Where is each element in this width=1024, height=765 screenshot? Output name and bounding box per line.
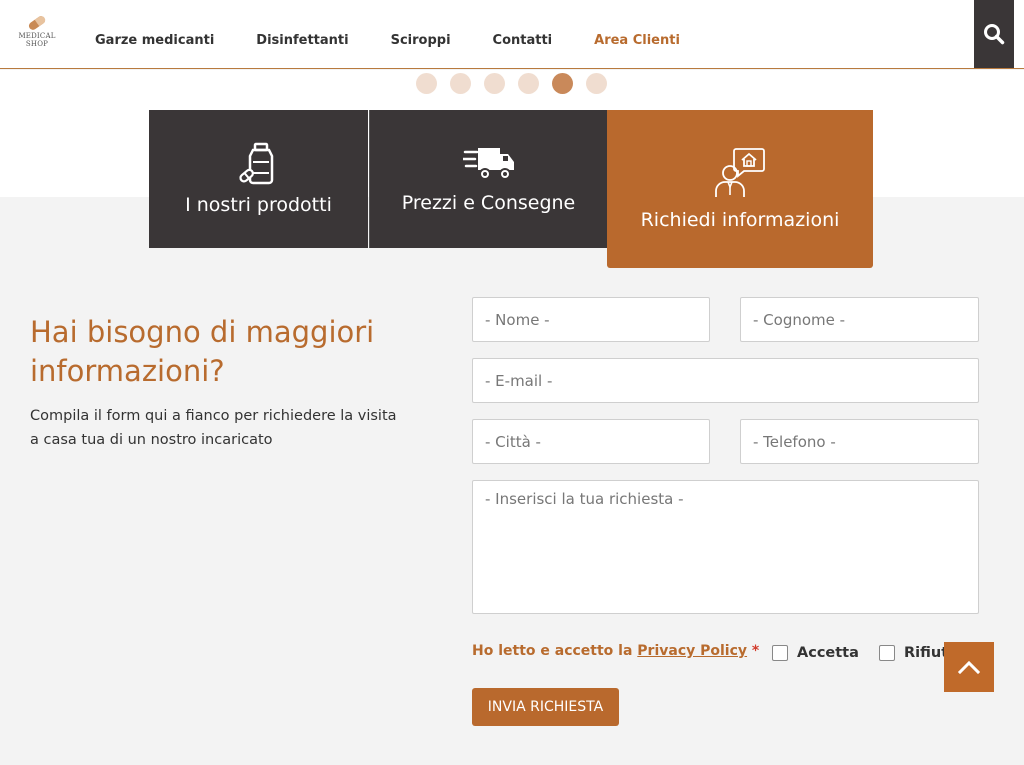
tab-nostri-prodotti[interactable]: I nostri prodotti — [149, 110, 368, 248]
tab-prezzi-consegne[interactable]: Prezzi e Consegne — [369, 110, 607, 248]
carousel-dot[interactable] — [518, 73, 539, 94]
logo-line2: SHOP — [25, 40, 49, 48]
main-nav: Garze medicanti Disinfettanti Sciroppi C… — [95, 33, 722, 48]
site-header: MEDICAL SHOP Garze medicanti Disinfettan… — [0, 0, 1024, 69]
carousel-dot[interactable] — [416, 73, 437, 94]
carousel-dot[interactable] — [586, 73, 607, 94]
medicine-bottle-icon — [238, 142, 273, 185]
logo-line1: MEDICAL — [18, 32, 56, 40]
privacy-consent-label: Ho letto e accetto la Privacy Policy * — [472, 643, 759, 659]
chevron-up-icon — [958, 660, 980, 674]
carousel-dot[interactable] — [450, 73, 471, 94]
richiesta-textarea[interactable] — [472, 480, 979, 614]
info-description: Compila il form qui a fianco per richied… — [30, 408, 397, 448]
tab-label: I nostri prodotti — [185, 194, 332, 216]
search-button[interactable] — [974, 0, 1014, 68]
search-icon — [984, 24, 1005, 45]
nav-sciroppi[interactable]: Sciroppi — [391, 33, 451, 48]
scroll-to-top-button[interactable] — [944, 642, 994, 692]
accept-checkbox[interactable] — [772, 645, 788, 661]
pill-icon — [28, 16, 46, 30]
tab-label: Prezzi e Consegne — [401, 192, 576, 214]
tab-richiedi-informazioni[interactable]: Richiedi informazioni — [607, 110, 873, 268]
carousel-dots — [416, 73, 620, 94]
privacy-policy-link[interactable]: Privacy Policy — [637, 643, 747, 659]
user-house-chat-icon — [715, 148, 765, 197]
cognome-input[interactable] — [740, 297, 979, 342]
accept-label: Accetta — [797, 645, 859, 661]
carousel-dot-active[interactable] — [552, 73, 573, 94]
accept-option[interactable]: Accetta — [772, 645, 859, 661]
telefono-input[interactable] — [740, 419, 979, 464]
email-input[interactable] — [472, 358, 979, 403]
delivery-truck-icon — [462, 148, 514, 180]
carousel-dot[interactable] — [484, 73, 505, 94]
reject-checkbox[interactable] — [879, 645, 895, 661]
tab-label: Richiedi informazioni — [640, 209, 840, 231]
submit-request-button[interactable]: INVIA RICHIESTA — [472, 688, 619, 726]
nav-garze-medicanti[interactable]: Garze medicanti — [95, 33, 214, 48]
nav-contatti[interactable]: Contatti — [493, 33, 553, 48]
info-title: Hai bisogno di maggiori informazioni? — [30, 315, 375, 388]
citta-input[interactable] — [472, 419, 710, 464]
nome-input[interactable] — [472, 297, 710, 342]
nav-area-clienti[interactable]: Area Clienti — [594, 33, 680, 48]
site-logo[interactable]: MEDICAL SHOP — [14, 14, 60, 54]
privacy-prefix: Ho letto e accetto la — [472, 643, 638, 659]
required-mark: * — [751, 643, 760, 659]
nav-disinfettanti[interactable]: Disinfettanti — [256, 33, 348, 48]
